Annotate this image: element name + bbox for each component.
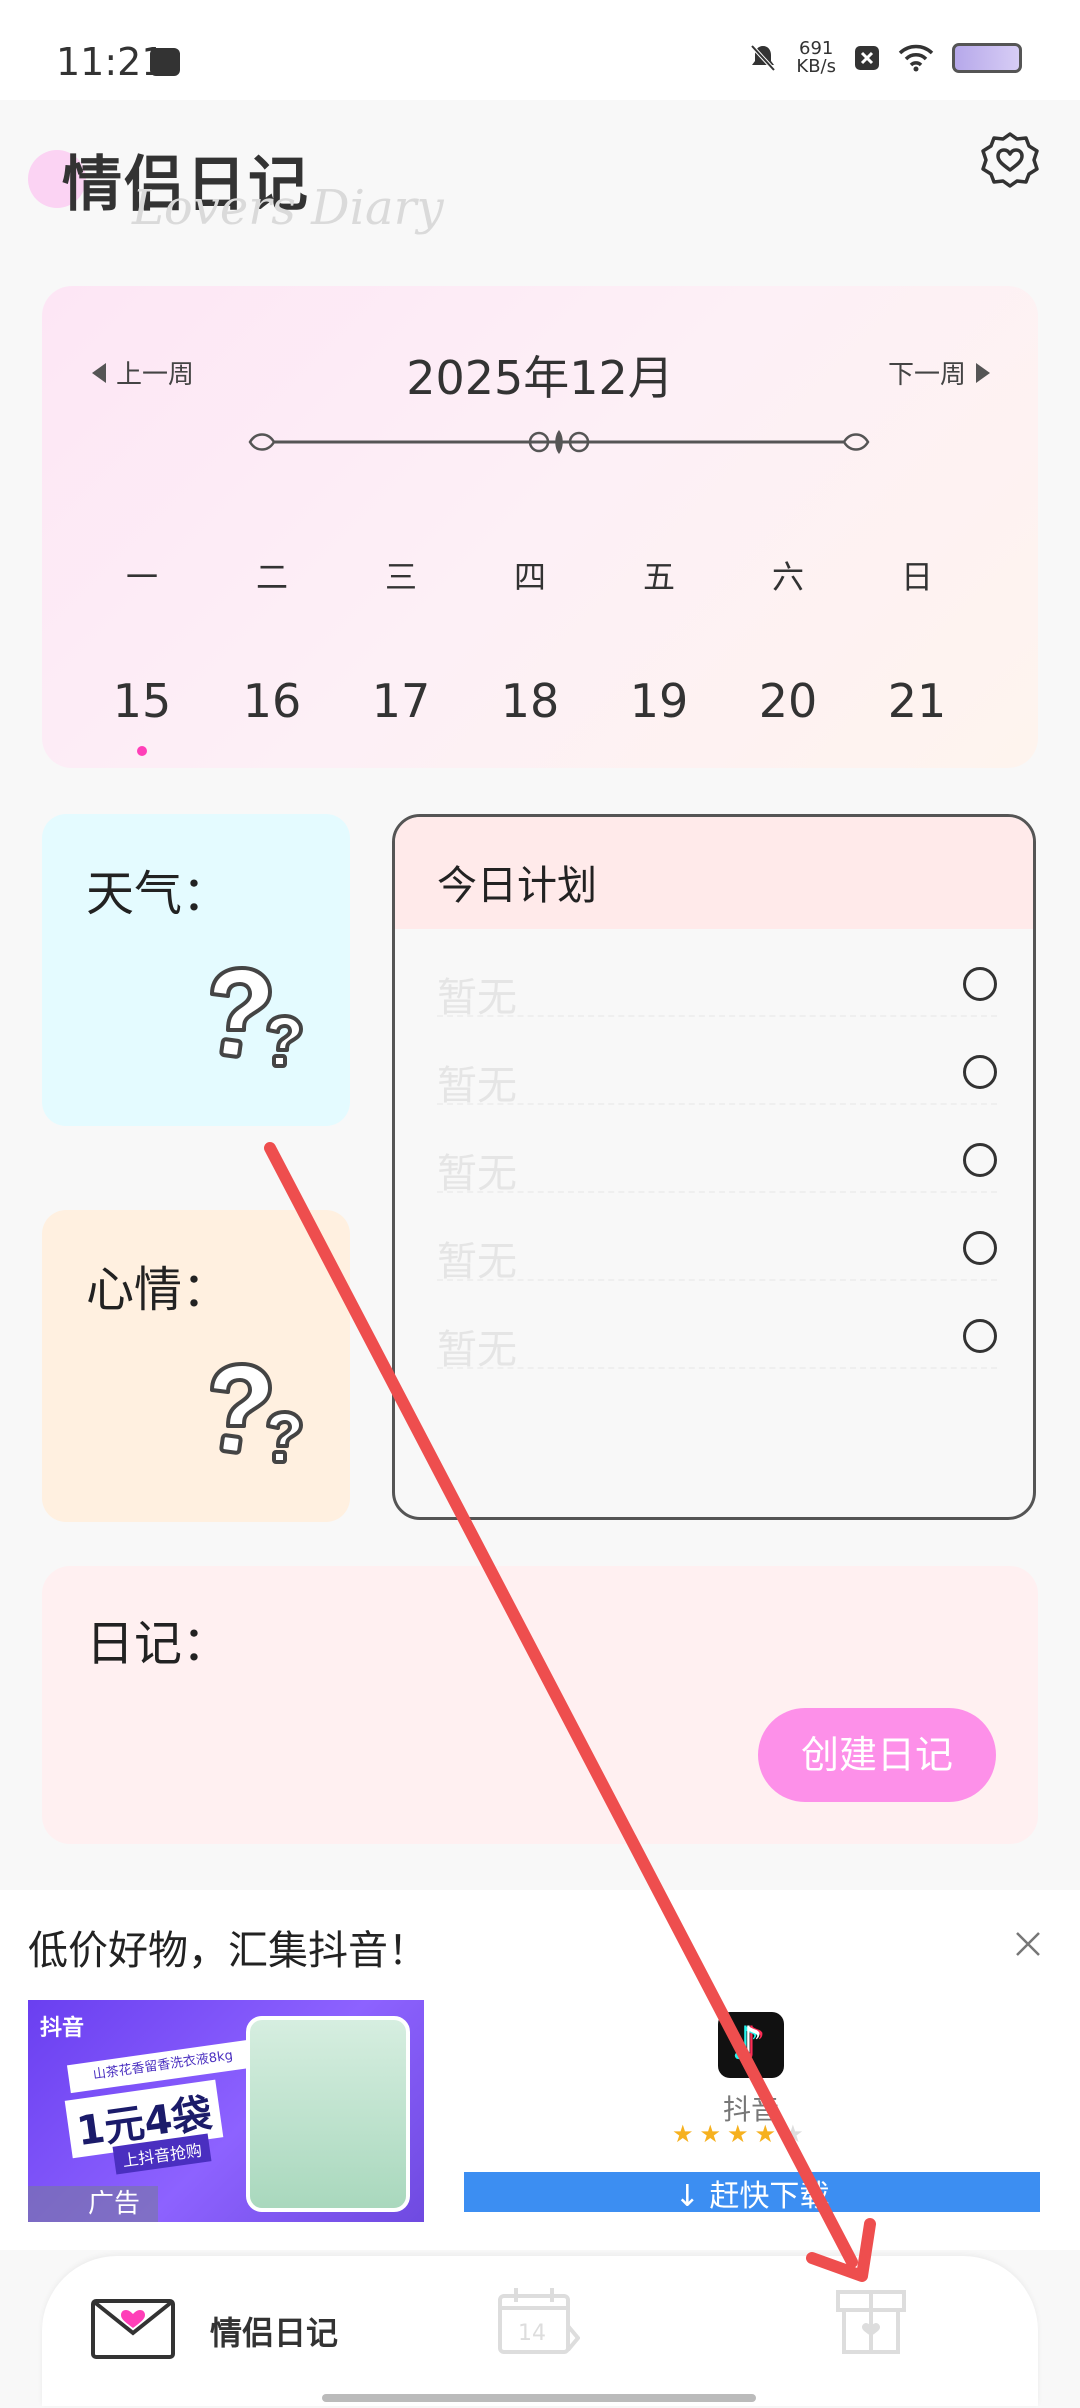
envelope-heart-icon	[91, 2299, 175, 2359]
battery-icon	[952, 43, 1022, 73]
gift-box-icon	[836, 2290, 906, 2354]
plan-item-text: 暂无	[437, 1327, 517, 1373]
calendar-date[interactable]: 21	[867, 674, 967, 728]
plan-header: 今日计划	[395, 817, 1033, 929]
triangle-right-icon	[976, 362, 990, 383]
nav-label-diary: 情侣日记	[210, 2314, 339, 2352]
weekday-label: 二	[255, 558, 288, 596]
svg-text:14: 14	[518, 2321, 546, 2346]
plan-item[interactable]: 暂无	[437, 957, 997, 1021]
calendar-14-icon: 14	[498, 2288, 581, 2354]
nav-item-calendar[interactable]: 14	[496, 2286, 586, 2366]
plan-item[interactable]: 暂无	[437, 1309, 997, 1373]
ad-brand: 抖音	[40, 2016, 85, 2041]
star-icon: ★	[782, 2120, 810, 2148]
mood-label: 心情：	[86, 1262, 231, 1318]
message-icon	[150, 48, 180, 76]
mood-card[interactable]: 心情：	[42, 1210, 350, 1522]
calendar-date[interactable]: 20	[738, 674, 838, 728]
speed-unit: KB/s	[796, 56, 836, 77]
wifi-icon	[898, 44, 934, 72]
weekday-label: 六	[771, 558, 804, 596]
close-icon[interactable]	[1014, 1930, 1042, 1958]
checkbox-circle[interactable]	[963, 1319, 997, 1353]
diary-label: 日记：	[86, 1616, 231, 1672]
mute-icon	[750, 44, 776, 72]
plan-item[interactable]: 暂无	[437, 1221, 997, 1285]
plan-item-text: 暂无	[437, 1239, 517, 1285]
next-week-button[interactable]: 下一周	[888, 354, 990, 391]
plan-item-text: 暂无	[437, 1063, 517, 1109]
question-mark-icon	[210, 1362, 303, 1464]
weekday-label: 三	[384, 558, 417, 596]
next-week-label: 下一周	[887, 360, 966, 390]
rating-stars: ★★★★★	[672, 2120, 810, 2148]
status-icons: 691 KB/s	[748, 40, 1022, 76]
weekday-label: 一	[125, 558, 158, 596]
plan-title: 今日计划	[437, 863, 597, 909]
checkbox-circle[interactable]	[963, 1055, 997, 1089]
checkbox-circle[interactable]	[963, 1143, 997, 1177]
ad-title: 低价好物，汇集抖音！	[28, 1928, 428, 1974]
today-plan-card: 今日计划 暂无 暂无 暂无 暂无 暂无	[392, 814, 1036, 1520]
star-icon: ★	[672, 2120, 700, 2148]
plan-item-text: 暂无	[437, 975, 517, 1021]
diary-card: 日记： 创建日记	[42, 1566, 1038, 1844]
star-icon: ★	[727, 2120, 755, 2148]
create-diary-button[interactable]: 创建日记	[758, 1708, 996, 1802]
plan-item-text: 暂无	[437, 1151, 517, 1197]
today-indicator	[137, 746, 147, 756]
weekday-label: 五	[642, 558, 675, 596]
ad-banner[interactable]: 低价好物，汇集抖音！ 抖音 山茶花香留香洗衣液8kg 1元4袋 上抖音抢购 广告…	[0, 1890, 1080, 2250]
weekday-label: 日	[900, 558, 933, 596]
product-image	[246, 2016, 410, 2212]
nav-item-gift[interactable]	[834, 2286, 914, 2366]
checkbox-circle[interactable]	[963, 1231, 997, 1265]
calendar-date[interactable]: 15	[92, 674, 192, 728]
star-icon: ★	[754, 2120, 783, 2148]
calendar-date[interactable]: 16	[222, 674, 322, 728]
network-speed: 691 KB/s	[796, 40, 836, 76]
ad-image[interactable]: 抖音 山茶花香留香洗衣液8kg 1元4袋 上抖音抢购 广告	[28, 2000, 424, 2222]
ornament-divider	[248, 430, 870, 454]
status-bar: 11:21 691 KB/s	[0, 0, 1080, 100]
douyin-app-icon	[718, 2012, 784, 2078]
nav-item-diary[interactable]: 情侣日记	[90, 2286, 390, 2386]
bottom-nav: 情侣日记 14	[42, 2256, 1038, 2406]
weather-label: 天气：	[86, 866, 231, 922]
home-indicator[interactable]	[322, 2394, 756, 2402]
calendar-date[interactable]: 19	[609, 674, 709, 728]
ad-banner-text: 山茶花香留香洗衣液8kg	[66, 2038, 260, 2094]
heart-gear-icon[interactable]	[980, 130, 1040, 190]
week-calendar: 上一周 2025年12月 下一周 一二三四五六日 15 16 17 18 19 20 21	[42, 286, 1038, 768]
star-icon: ★	[699, 2120, 728, 2148]
ad-tag: 广告	[28, 2186, 158, 2222]
calendar-date[interactable]: 18	[480, 674, 580, 728]
download-button[interactable]: ↓ 赶快下载	[464, 2172, 1040, 2212]
plan-item[interactable]: 暂无	[437, 1045, 997, 1109]
checkbox-circle[interactable]	[963, 967, 997, 1001]
page-subtitle: Lovers Diary	[132, 180, 444, 236]
calendar-date[interactable]: 17	[351, 674, 451, 728]
weather-card[interactable]: 天气：	[42, 814, 350, 1126]
question-mark-icon	[210, 966, 303, 1068]
app-header: 情侣日记 Lovers Diary	[0, 100, 1080, 280]
weekday-label: 四	[513, 558, 546, 596]
close-notification-icon	[855, 46, 879, 70]
plan-item[interactable]: 暂无	[437, 1133, 997, 1197]
